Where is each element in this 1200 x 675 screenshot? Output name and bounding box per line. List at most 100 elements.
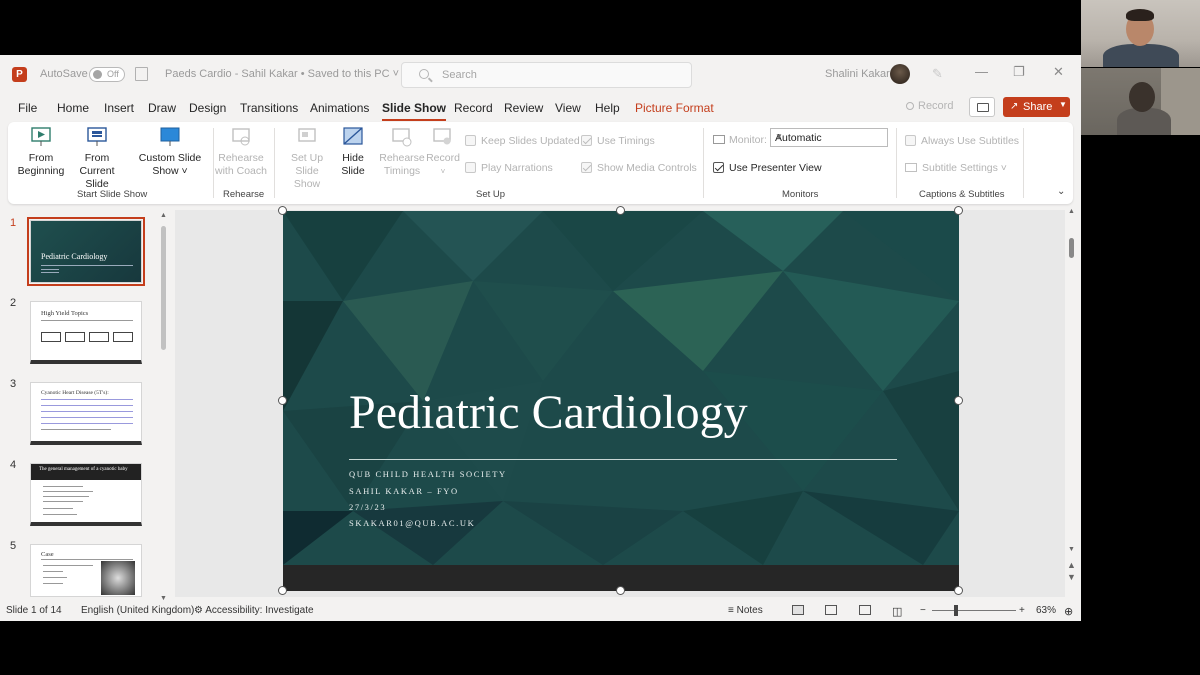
participant-video-1: [1081, 0, 1200, 67]
minimize-button[interactable]: —: [975, 64, 988, 79]
slide-thumbnail-4[interactable]: The general management of a cyanotic bab…: [30, 463, 142, 526]
fit-to-window-icon[interactable]: ⊕: [1064, 605, 1073, 618]
use-timings-checkbox[interactable]: Use Timings: [581, 135, 655, 147]
resize-handle[interactable]: [278, 586, 287, 595]
setup-icon: [296, 126, 318, 148]
thumbnails-scrollbar[interactable]: ▲ ▼: [160, 212, 167, 602]
slide-number: 5: [10, 540, 17, 552]
tab-record[interactable]: Record: [454, 101, 493, 115]
canvas-scrollbar[interactable]: ▲ ▼ ▲ ▼: [1066, 208, 1078, 597]
chevron-down-icon: ▼: [775, 132, 783, 141]
tab-transitions[interactable]: Transitions: [240, 101, 298, 115]
ribbon-tabs: File Home Insert Draw Design Transitions…: [0, 95, 1081, 121]
user-name[interactable]: Shalini Kakar: [825, 68, 890, 80]
autosave-label: AutoSave: [40, 68, 88, 80]
group-label-start-slide-show: Start Slide Show: [77, 189, 148, 200]
slide-thumbnail-2[interactable]: High Yield Topics: [30, 301, 142, 364]
slideshow-view-icon[interactable]: ◫: [892, 605, 902, 618]
ribbon-collapse-chevron-icon[interactable]: ⌄: [1057, 186, 1065, 197]
rehearse-timings-button[interactable]: Rehearse Timings: [378, 126, 426, 178]
autosave-toggle[interactable]: Off: [89, 67, 125, 82]
document-title[interactable]: Paeds Cardio - Sahil Kakar • Saved to th…: [165, 68, 399, 80]
subtitle-settings-button[interactable]: Subtitle Settings ˅: [905, 162, 1007, 174]
accessibility-status[interactable]: ⚙ Accessibility: Investigate: [194, 605, 314, 616]
resize-handle[interactable]: [278, 396, 287, 405]
custom-slide-show-button[interactable]: Custom Slide Show ˅: [136, 126, 204, 178]
resize-handle[interactable]: [954, 206, 963, 215]
keep-slides-updated-checkbox[interactable]: Keep Slides Updated: [465, 135, 580, 147]
search-input[interactable]: Search: [401, 62, 692, 88]
tab-review[interactable]: Review: [504, 101, 543, 115]
zoom-in-button[interactable]: +: [1019, 605, 1025, 616]
powerpoint-window: P AutoSave Off Paeds Cardio - Sahil Kaka…: [0, 55, 1081, 621]
restore-button[interactable]: ❐: [1013, 64, 1025, 80]
slide-counter: Slide 1 of 14: [6, 605, 62, 616]
slide-number: 1: [10, 217, 17, 229]
set-up-slide-show-button[interactable]: Set Up Slide Show: [281, 126, 333, 191]
tab-insert[interactable]: Insert: [104, 101, 134, 115]
ribbon: From Beginning From Current Slide Custom…: [8, 122, 1073, 204]
slide-title[interactable]: Pediatric Cardiology: [349, 385, 748, 440]
close-button[interactable]: ✕: [1053, 64, 1064, 80]
tab-file[interactable]: File: [18, 101, 37, 115]
hide-slide-button[interactable]: Hide Slide: [338, 126, 368, 178]
record-button[interactable]: Record: [906, 100, 953, 112]
use-presenter-view-checkbox[interactable]: Use Presenter View: [713, 162, 822, 174]
comments-button[interactable]: [969, 97, 995, 117]
notes-icon: ≡: [728, 605, 734, 616]
resize-handle[interactable]: [954, 396, 963, 405]
slide-number: 2: [10, 297, 17, 309]
timer-icon: [391, 126, 413, 148]
tab-home[interactable]: Home: [57, 101, 89, 115]
zoom-slider-thumb[interactable]: [954, 605, 958, 616]
slide-1[interactable]: Pediatric Cardiology QUB CHILD HEALTH SO…: [283, 211, 959, 591]
rehearse-with-coach-button[interactable]: Rehearse with Coach: [215, 126, 267, 178]
slide-thumbnail-3[interactable]: Cyanotic Heart Disease (5T's):: [30, 382, 142, 445]
powerpoint-logo-icon: P: [12, 67, 27, 82]
slide-thumbnail-1[interactable]: Pediatric Cardiology: [27, 217, 145, 286]
always-use-subtitles-checkbox[interactable]: Always Use Subtitles: [905, 135, 1019, 147]
coach-icon: [230, 126, 252, 148]
normal-view-icon[interactable]: [792, 605, 804, 615]
slide-number: 3: [10, 378, 17, 390]
play-slideshow-icon: [30, 126, 52, 148]
group-label-captions: Captions & Subtitles: [919, 189, 1005, 200]
search-icon: [419, 69, 429, 79]
slide-number: 4: [10, 459, 17, 471]
resize-handle[interactable]: [954, 586, 963, 595]
tab-animations[interactable]: Animations: [310, 101, 369, 115]
tab-draw[interactable]: Draw: [148, 101, 176, 115]
zoom-level[interactable]: 63%: [1036, 605, 1056, 616]
avatar[interactable]: [890, 64, 910, 84]
reading-view-icon[interactable]: [859, 605, 871, 615]
record-slide-button[interactable]: Record ˅: [426, 126, 460, 178]
resize-handle[interactable]: [616, 586, 625, 595]
language-indicator[interactable]: English (United Kingdom): [81, 605, 194, 616]
tab-design[interactable]: Design: [189, 101, 226, 115]
slide-thumbnail-5[interactable]: Case: [30, 544, 142, 597]
resize-handle[interactable]: [278, 206, 287, 215]
tab-slide-show[interactable]: Slide Show: [382, 101, 447, 121]
share-button[interactable]: ↗ Share ▼: [1003, 97, 1070, 117]
from-beginning-button[interactable]: From Beginning: [16, 126, 66, 178]
title-divider: [349, 459, 897, 460]
save-icon[interactable]: [135, 67, 148, 81]
tab-help[interactable]: Help: [595, 101, 620, 115]
tab-picture-format[interactable]: Picture Format: [635, 101, 714, 115]
slide-editing-canvas: Pediatric Cardiology QUB CHILD HEALTH SO…: [175, 206, 1076, 597]
slide-sorter-icon[interactable]: [825, 605, 837, 615]
tab-view[interactable]: View: [555, 101, 581, 115]
notes-button[interactable]: ≡ Notes: [728, 605, 763, 616]
accessibility-icon: ⚙: [194, 605, 203, 616]
xray-image: [101, 561, 135, 595]
play-current-icon: [86, 126, 108, 148]
resize-handle[interactable]: [616, 206, 625, 215]
show-media-controls-checkbox[interactable]: Show Media Controls: [581, 162, 697, 174]
designer-pen-icon[interactable]: ✎: [932, 66, 943, 82]
play-narrations-checkbox[interactable]: Play Narrations: [465, 162, 553, 174]
from-current-slide-button[interactable]: From Current Slide: [68, 126, 126, 191]
zoom-slider[interactable]: [932, 610, 1016, 611]
zoom-out-button[interactable]: −: [920, 605, 926, 616]
monitor-icon: [713, 135, 725, 144]
monitor-select[interactable]: Automatic ▼: [770, 128, 888, 147]
